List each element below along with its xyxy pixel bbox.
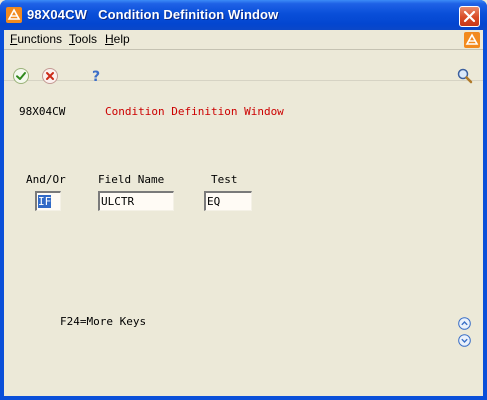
close-icon — [463, 10, 476, 23]
close-button[interactable] — [459, 6, 480, 27]
field-name-value: ULCTR — [101, 195, 135, 208]
client-area: Functions Tools Help 98X04CW Condition D… — [4, 30, 483, 396]
column-label-field-name: Field Name — [98, 173, 165, 186]
window-border-right — [483, 30, 487, 400]
checkmark-icon[interactable] — [12, 67, 30, 85]
test-input[interactable]: EQ — [204, 191, 252, 211]
column-label-test: Test — [211, 173, 238, 186]
menu-bar: Functions Tools Help — [4, 30, 483, 50]
menu-functions[interactable]: Functions — [10, 32, 62, 46]
title-bar[interactable]: 98X04CW Condition Definition Window — [0, 0, 487, 30]
scroll-up-icon[interactable] — [458, 317, 471, 330]
menu-tools[interactable]: Tools — [69, 32, 97, 46]
app-logo-icon — [6, 7, 22, 23]
svg-text:?: ? — [92, 69, 100, 85]
menu-help[interactable]: Help — [105, 32, 130, 46]
and-or-value: IF — [38, 195, 52, 208]
window-title: 98X04CW Condition Definition Window — [27, 7, 279, 22]
scroll-down-icon[interactable] — [458, 334, 471, 347]
toolbar — [4, 50, 483, 81]
window-border-bottom — [0, 396, 487, 400]
magnifier-icon[interactable] — [456, 67, 474, 85]
function-keys-label: F24=More Keys — [60, 315, 147, 328]
application-window: 98X04CW Condition Definition Window Func… — [0, 0, 487, 400]
form-content: 98X04CW Condition Definition Window And/… — [4, 81, 483, 396]
and-or-input[interactable]: IF — [35, 191, 61, 211]
window-border-left — [0, 30, 4, 400]
question-mark-icon[interactable]: ? — [87, 67, 105, 85]
x-circle-icon[interactable] — [41, 67, 59, 85]
test-value: EQ — [207, 195, 221, 208]
app-logo-icon — [464, 32, 480, 48]
field-name-input[interactable]: ULCTR — [98, 191, 174, 211]
form-id: 98X04CW — [19, 105, 66, 118]
column-label-and-or: And/Or — [26, 173, 66, 186]
form-title: Condition Definition Window — [105, 105, 284, 118]
